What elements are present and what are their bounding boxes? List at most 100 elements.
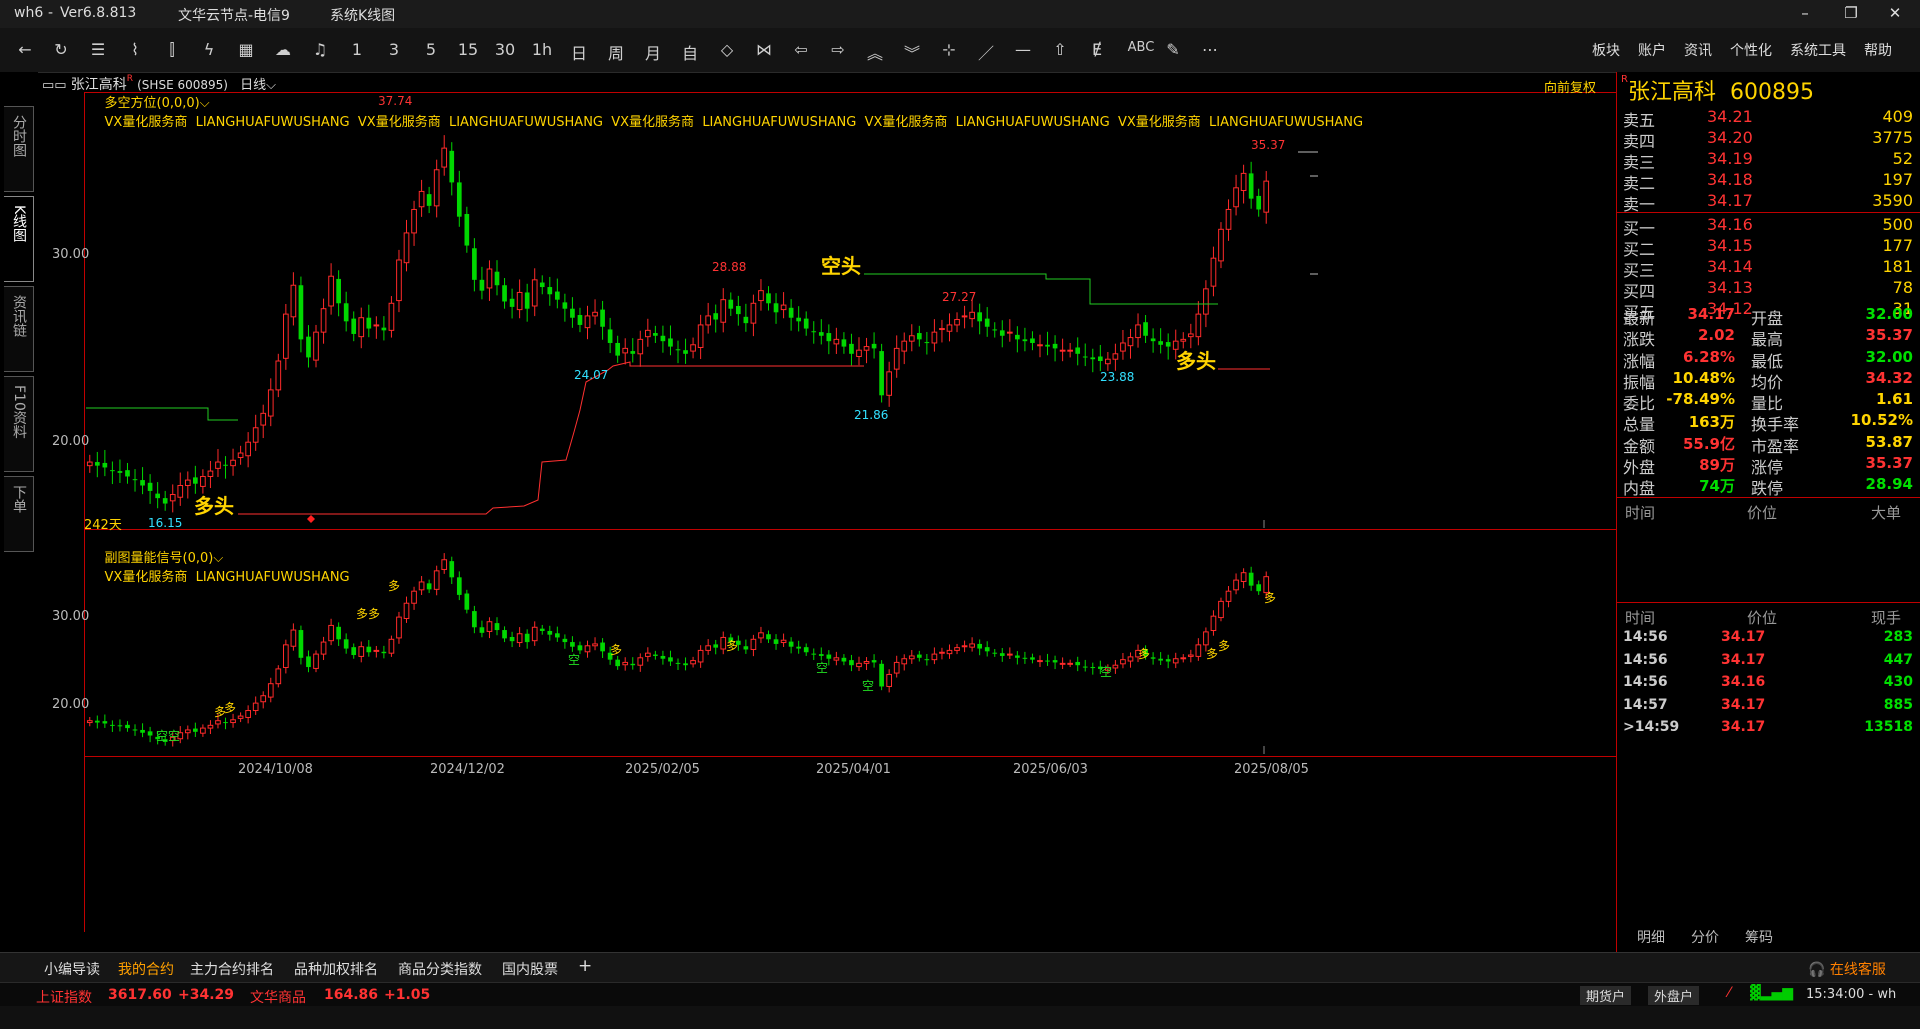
- candle-sub: [313, 653, 319, 669]
- futures-account-button[interactable]: 期货户: [1580, 986, 1632, 1005]
- bid-row[interactable]: 买四 34.13 78: [1617, 277, 1920, 301]
- tab-order[interactable]: 下单: [4, 476, 34, 552]
- candle-sub: [803, 647, 809, 653]
- menu-system-tools[interactable]: 系统工具: [1790, 40, 1846, 60]
- calculator-icon[interactable]: ▦: [233, 40, 259, 59]
- bid-row[interactable]: 买二 34.15 177: [1617, 235, 1920, 259]
- back-icon[interactable]: ←: [12, 40, 38, 59]
- candle-main: [200, 475, 206, 487]
- bid-row[interactable]: 买三 34.14 181: [1617, 256, 1920, 280]
- menu-news[interactable]: 资讯: [1684, 40, 1712, 60]
- expand-icon[interactable]: ◇: [714, 40, 740, 59]
- fib-icon[interactable]: Ɇ: [1084, 40, 1110, 59]
- period-3[interactable]: 3: [381, 40, 407, 59]
- bottom-tab-bar: 小编导读 我的合约 主力合约排名 品种加权排名 商品分类指数 国内股票 + 🎧 …: [0, 952, 1920, 983]
- tab-kline[interactable]: K线图: [4, 196, 34, 282]
- tab-detail[interactable]: 明细: [1637, 927, 1665, 947]
- candle-sub: [1059, 662, 1066, 665]
- tab-my-contracts[interactable]: 我的合约: [118, 959, 174, 979]
- candle-main: [622, 347, 629, 354]
- refresh-icon[interactable]: ↻: [48, 40, 74, 59]
- menu-help[interactable]: 帮助: [1864, 40, 1892, 60]
- period-day[interactable]: 日: [566, 40, 592, 64]
- tab-newschain[interactable]: 资讯链: [4, 286, 34, 372]
- menu-sector[interactable]: 板块: [1592, 40, 1620, 60]
- close-button[interactable]: ✕: [1880, 4, 1910, 22]
- tick-row[interactable]: >14:59 34.17 13518: [1617, 718, 1920, 741]
- menu-personalize[interactable]: 个性化: [1730, 40, 1772, 60]
- period-15[interactable]: 15: [455, 40, 481, 59]
- server-node: 文华云节点-电信9: [178, 8, 290, 24]
- add-tab-icon[interactable]: +: [578, 956, 592, 976]
- minimize-button[interactable]: –: [1790, 4, 1820, 22]
- tab-domestic-stocks[interactable]: 国内股票: [502, 959, 558, 979]
- bell-icon[interactable]: ♫: [307, 40, 333, 59]
- ask-row[interactable]: 卖一 34.17 3590: [1617, 190, 1920, 214]
- line-chart-icon[interactable]: ⌇: [122, 40, 148, 59]
- candle-main: [871, 343, 877, 349]
- divider: [1617, 602, 1920, 603]
- ask-row[interactable]: 卖三 34.19 52: [1617, 148, 1920, 172]
- text-tool[interactable]: ABC: [1124, 40, 1158, 55]
- tab-weighted-ranking[interactable]: 品种加权排名: [294, 959, 378, 979]
- candle-main: [366, 317, 372, 329]
- candlestick-icon[interactable]: ⫿: [159, 40, 185, 60]
- left-arrow-icon[interactable]: ⇦: [788, 40, 814, 59]
- bid-row[interactable]: 买一 34.16 500: [1617, 214, 1920, 238]
- period-5[interactable]: 5: [418, 40, 444, 59]
- tick-row[interactable]: 14:57 34.17 885: [1617, 696, 1920, 719]
- period-30[interactable]: 30: [492, 40, 518, 59]
- crosshair-icon[interactable]: ⊹: [936, 40, 962, 59]
- ask-row[interactable]: 卖五 34.21 409: [1617, 106, 1920, 130]
- period-month[interactable]: 月: [640, 40, 666, 64]
- right-arrow-icon[interactable]: ⇨: [825, 40, 851, 59]
- up-icon[interactable]: ︽: [862, 40, 888, 64]
- candle-main: [449, 150, 455, 183]
- tick-row[interactable]: 14:56 34.16 430: [1617, 673, 1920, 696]
- tick-time: 14:56: [1623, 651, 1668, 668]
- more-icon[interactable]: ⋯: [1197, 40, 1223, 59]
- chart-area[interactable]: ▭▭ 张江高科R (SHSE 600895) 日线⌵ 多空方位(0,0,0)⌵ …: [38, 72, 1616, 952]
- ask-row[interactable]: 卖二 34.18 197: [1617, 169, 1920, 193]
- tick-row[interactable]: 14:56 34.17 447: [1617, 651, 1920, 674]
- tab-price-split[interactable]: 分价: [1691, 927, 1719, 947]
- period-week[interactable]: 周: [603, 40, 629, 64]
- candle-main: [547, 287, 553, 295]
- candle-main: [177, 485, 184, 498]
- home-icon[interactable]: ⇧: [1047, 40, 1073, 59]
- list-icon[interactable]: ☰: [85, 40, 111, 59]
- external-account-button[interactable]: 外盘户: [1648, 986, 1700, 1005]
- period-custom[interactable]: 自: [677, 40, 703, 64]
- online-service-button[interactable]: 🎧 在线客服: [1808, 959, 1886, 979]
- down-icon[interactable]: ︾: [899, 40, 925, 64]
- tab-category-index[interactable]: 商品分类指数: [398, 959, 482, 979]
- menu-account[interactable]: 账户: [1638, 40, 1666, 60]
- tab-editor-guide[interactable]: 小编导读: [44, 959, 100, 979]
- draw-line-icon[interactable]: ／: [973, 40, 999, 64]
- shrink-icon[interactable]: ⋈: [751, 40, 777, 59]
- tab-timeshare[interactable]: 分时图: [4, 106, 34, 192]
- long-signal-mark: 多: [1264, 591, 1276, 605]
- tab-f10[interactable]: F10资料: [4, 376, 34, 472]
- candle-sub: [630, 663, 636, 666]
- pen-icon[interactable]: ✎: [1160, 40, 1186, 59]
- tab-chips[interactable]: 筹码: [1745, 927, 1773, 947]
- candle-main: [600, 309, 605, 327]
- kline-plot[interactable]: 空空多多多 多多空多 多空空空多 多多多: [38, 72, 1616, 952]
- cloud-icon[interactable]: ☁: [270, 40, 296, 59]
- period-1[interactable]: 1: [344, 40, 370, 59]
- indicator-icon[interactable]: ϟ: [196, 40, 222, 59]
- candle-sub: [1203, 631, 1209, 646]
- stat-value: 10.48%: [1672, 368, 1735, 387]
- tab-main-ranking[interactable]: 主力合约排名: [190, 959, 274, 979]
- candle-sub: [1037, 660, 1043, 663]
- tick-row[interactable]: 14:56 34.17 283: [1617, 628, 1920, 651]
- candle-sub: [411, 590, 417, 604]
- maximize-button[interactable]: ❐: [1836, 4, 1866, 22]
- ask-row[interactable]: 卖四 34.20 3775: [1617, 127, 1920, 151]
- candle-main: [901, 340, 908, 352]
- candle-sub: [683, 663, 688, 666]
- period-1h[interactable]: 1h: [529, 40, 555, 59]
- candle-sub: [328, 624, 334, 642]
- horizontal-line-icon[interactable]: —: [1010, 40, 1036, 59]
